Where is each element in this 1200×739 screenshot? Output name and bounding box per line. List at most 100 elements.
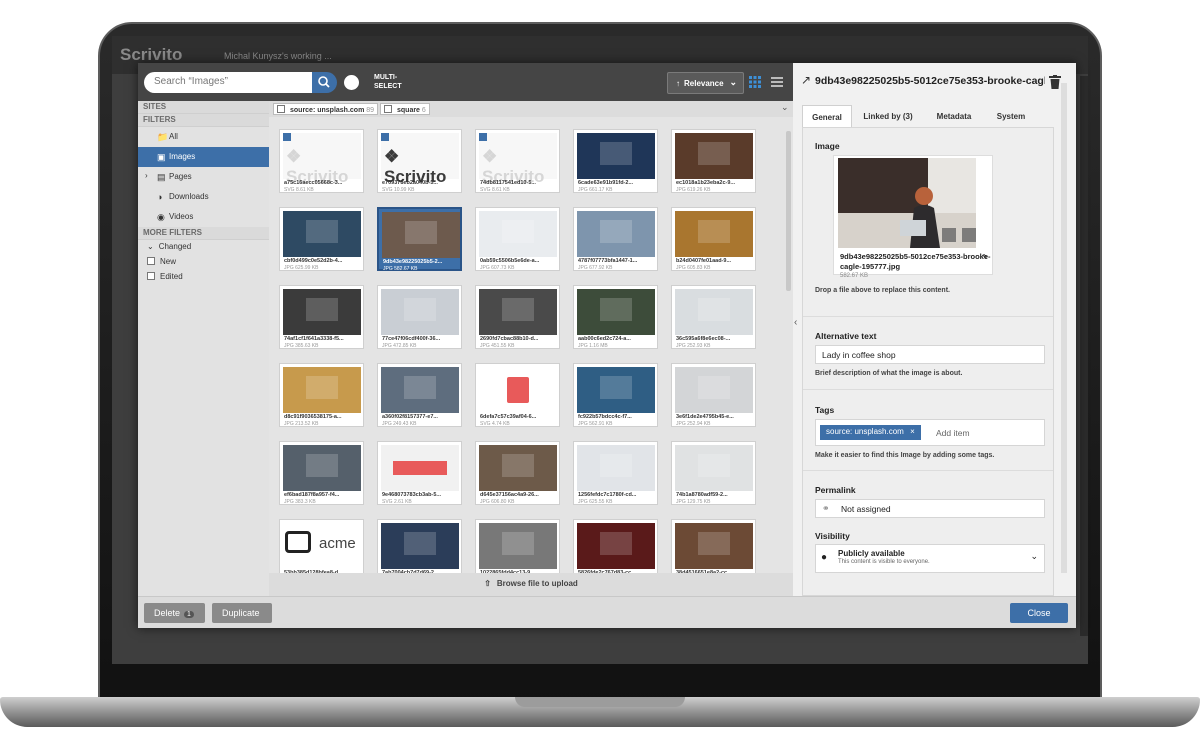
tags-input[interactable]: source: unsplash.com × Add item bbox=[815, 419, 1045, 446]
delete-button[interactable]: Delete 1 bbox=[144, 603, 205, 623]
visibility-select[interactable]: ● Publicly available This content is vis… bbox=[815, 544, 1045, 573]
search-input[interactable]: Search “Images” bbox=[144, 72, 312, 93]
image-card[interactable]: d645e37156ac4a9-26... JPG 606.80 KB bbox=[475, 441, 560, 505]
image-filename: 9db43e98225025b5-5012ce75e353-brooke- ca… bbox=[840, 252, 991, 272]
grid-view-icon[interactable] bbox=[749, 76, 761, 88]
image-meta: SVG 8.61 KB bbox=[480, 187, 510, 193]
image-card[interactable]: aab00c6ed2c724-a... JPG 1.16 MB bbox=[573, 285, 658, 349]
trash-icon[interactable] bbox=[1049, 75, 1061, 89]
visibility-sub: This content is visible to everyone. bbox=[838, 559, 930, 565]
list-view-icon[interactable] bbox=[771, 77, 783, 87]
tv-icon bbox=[285, 531, 311, 553]
filter-all[interactable]: 📁 All bbox=[138, 127, 269, 147]
image-preview-card[interactable]: 9db43e98225025b5-5012ce75e353-brooke- ca… bbox=[833, 155, 993, 279]
image-card[interactable]: 4787f07773bfa1447-1... JPG 677.92 KB bbox=[573, 207, 658, 271]
image-card[interactable]: fc922b57bdcc4c-f7... JPG 562.91 KB bbox=[573, 363, 658, 427]
filter-edited[interactable]: Edited bbox=[138, 270, 269, 285]
image-thumbnail: ❖ Scrivito bbox=[283, 133, 361, 186]
duplicate-button[interactable]: Duplicate bbox=[212, 603, 272, 623]
image-filename: 6defa7c57c39af04-6... bbox=[480, 414, 537, 420]
image-filename: cbf0d499c0e52d2b-4... bbox=[284, 258, 343, 264]
multi-select-toggle[interactable] bbox=[344, 75, 359, 90]
browse-upload-button[interactable]: ⇧ Browse file to upload bbox=[269, 573, 793, 596]
image-card[interactable]: a360f02f8157377-e7... JPG 249.43 KB bbox=[377, 363, 462, 427]
image-card[interactable]: ec1018a1b23eba2c-9... JPG 619.26 KB bbox=[671, 129, 756, 193]
photo-highlight bbox=[502, 220, 534, 244]
collapse-panel-icon[interactable]: ‹ bbox=[794, 317, 797, 328]
image-card[interactable]: 5826fde2c767d83-cc... bbox=[573, 519, 658, 579]
photo-highlight bbox=[502, 298, 534, 322]
image-card[interactable]: ❖ Scrivito 74db8117541ed10-5... SVG 8.61 K… bbox=[475, 129, 560, 193]
tab-linked-by[interactable]: Linked by (3) bbox=[856, 105, 920, 127]
image-card[interactable]: 9e468073783cb3ab-5... SVG 2.61 KB bbox=[377, 441, 462, 505]
image-card[interactable]: 2690fd7cbac88b10-d... JPG 451.55 KB bbox=[475, 285, 560, 349]
tab-metadata[interactable]: Metadata bbox=[926, 105, 982, 127]
image-thumbnail bbox=[283, 289, 361, 335]
filter-images[interactable]: ▣ Images bbox=[138, 147, 269, 167]
image-card[interactable]: 9db43e98225025b5-2... JPG 582.67 KB bbox=[377, 207, 462, 272]
image-thumbnail bbox=[577, 445, 655, 491]
sites-heading[interactable]: SITES bbox=[138, 101, 269, 114]
add-item-input[interactable]: Add item bbox=[936, 428, 970, 438]
tab-system[interactable]: System bbox=[987, 105, 1035, 127]
image-filename: a75c16aecc05668c-3... bbox=[284, 180, 343, 186]
image-card[interactable]: ❖ Scrivito a75c16aecc05668c-3... SVG 8.61 … bbox=[279, 129, 364, 193]
image-meta: JPG 582.67 KB bbox=[383, 266, 418, 272]
filter-sidebar: SITES FILTERS 📁 All ▣ Images › ▤ Pages ◑ Down… bbox=[138, 101, 269, 596]
image-meta: JPG 129.75 KB bbox=[676, 499, 711, 505]
image-card[interactable]: 3e6f1de2e4795b45-e... JPG 252.94 KB bbox=[671, 363, 756, 427]
tag-chip[interactable]: source: unsplash.com × bbox=[820, 425, 921, 440]
alt-text-label: Alternative text bbox=[815, 331, 877, 341]
image-card[interactable]: 74af1cf1f641a3338-f5... JPG 385.63 KB bbox=[279, 285, 364, 349]
sort-dropdown[interactable]: ↑ Relevance ⌄ bbox=[667, 72, 744, 94]
close-button[interactable]: Close bbox=[1010, 603, 1068, 623]
image-card[interactable]: d8c91f9036538175-a... JPG 213.52 KB bbox=[279, 363, 364, 427]
image-card[interactable]: ❖ Scrivito e709378eb2a040b-5... SVG 10.99 … bbox=[377, 129, 462, 193]
photo-highlight bbox=[306, 220, 338, 244]
remove-tag-icon[interactable]: × bbox=[910, 427, 915, 436]
filter-new[interactable]: New bbox=[138, 255, 269, 270]
image-card[interactable]: 6cade63e91b91fd-2... JPG 661.17 KB bbox=[573, 129, 658, 193]
search-button[interactable] bbox=[312, 72, 337, 93]
download-badge-icon bbox=[283, 133, 291, 141]
image-card[interactable]: b24d0407fe01aad-9... JPG 605.83 KB bbox=[671, 207, 756, 271]
image-card[interactable]: 1022865fdd4cc13-9... bbox=[475, 519, 560, 579]
filter-chip-source[interactable]: source: unsplash.com 89 bbox=[273, 103, 379, 115]
image-card[interactable]: 6defa7c57c39af04-6... SVG 4.74 KB bbox=[475, 363, 560, 427]
image-card[interactable]: 7ab7004cb7d7d69-2... bbox=[377, 519, 462, 579]
image-thumbnail bbox=[577, 211, 655, 257]
photo-highlight bbox=[698, 376, 730, 400]
image-card[interactable]: 0ab59c5506b5e6de-a... JPG 607.73 KB bbox=[475, 207, 560, 271]
filter-chip-square[interactable]: square 6 bbox=[380, 103, 430, 115]
detail-panel: ↗ 9db43e98225025b5-5012ce75e353-brooke-c… bbox=[793, 63, 1076, 596]
image-card[interactable]: 38d4516651e8a2-cc... bbox=[671, 519, 756, 579]
image-thumbnail bbox=[283, 367, 361, 413]
image-thumbnail bbox=[577, 133, 655, 179]
image-card[interactable]: cbf0d499c0e52d2b-4... JPG 625.99 KB bbox=[279, 207, 364, 271]
checkbox[interactable] bbox=[147, 257, 155, 265]
image-card[interactable]: acme53bb385d128bfea8-d... bbox=[279, 519, 364, 579]
detail-scrollbar[interactable] bbox=[1061, 83, 1067, 573]
collapse-icon[interactable]: ⌄ bbox=[781, 102, 789, 113]
changed-filter[interactable]: ⌄ Changed bbox=[138, 240, 269, 255]
filter-videos[interactable]: ◉ Videos bbox=[138, 207, 269, 227]
image-filename: 9db43e98225025b5-2... bbox=[383, 259, 443, 265]
image-card[interactable]: 1256fefdc7c1780f-cd... JPG 625.55 KB bbox=[573, 441, 658, 505]
image-card[interactable]: 36c595a6f8e6ec08-... JPG 252.93 KB bbox=[671, 285, 756, 349]
checkbox[interactable] bbox=[384, 105, 392, 113]
filter-downloads[interactable]: ◑ Downloads bbox=[138, 187, 269, 207]
grid-scrollbar[interactable] bbox=[786, 131, 791, 291]
permalink-input[interactable]: ⚭ Not assigned bbox=[815, 499, 1045, 518]
permalink-label: Permalink bbox=[815, 485, 856, 495]
chevron-right-icon[interactable]: › bbox=[145, 171, 148, 180]
checkbox[interactable] bbox=[147, 272, 155, 280]
image-card[interactable]: 74b1a8780adf59-2... JPG 129.75 KB bbox=[671, 441, 756, 505]
checkbox[interactable] bbox=[277, 105, 285, 113]
alt-text-input[interactable]: Lady in coffee shop bbox=[815, 345, 1045, 364]
filter-pages[interactable]: › ▤ Pages bbox=[138, 167, 269, 187]
open-external-icon[interactable]: ↗ bbox=[801, 73, 811, 87]
tab-general[interactable]: General bbox=[802, 105, 852, 127]
image-card[interactable]: 77ce47f06cdf400f-36... JPG 472.85 KB bbox=[377, 285, 462, 349]
image-card[interactable]: ef6bad187f8a957-f4... JPG 383.3 KB bbox=[279, 441, 364, 505]
edit-icon[interactable]: ✎ bbox=[982, 253, 988, 261]
